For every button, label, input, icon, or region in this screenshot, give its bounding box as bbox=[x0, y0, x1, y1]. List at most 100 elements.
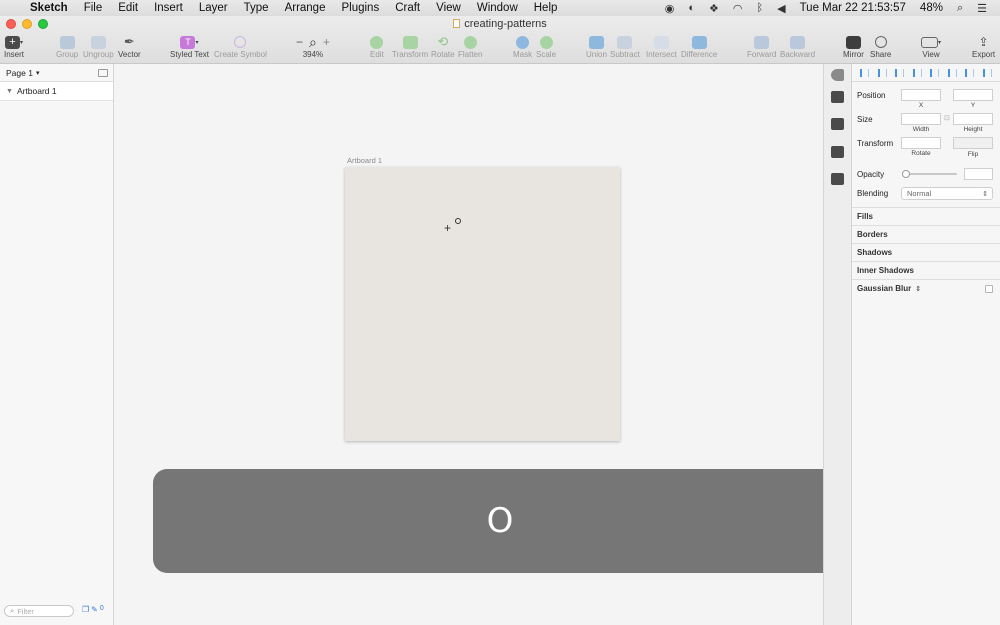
blur-type-chevron-icon[interactable]: ⇕ bbox=[915, 285, 921, 293]
insert-label: Insert bbox=[4, 50, 25, 59]
share-button[interactable]: Share bbox=[870, 34, 891, 59]
view-button[interactable]: ▾ View bbox=[921, 34, 941, 59]
vector-button[interactable]: ✒ Vector bbox=[118, 34, 141, 59]
artboard-title[interactable]: Artboard 1 bbox=[347, 156, 382, 165]
align-center-icon[interactable] bbox=[912, 68, 922, 77]
edit-button[interactable]: Edit bbox=[370, 34, 384, 59]
align-left-icon[interactable] bbox=[895, 68, 905, 77]
artboard[interactable]: + bbox=[345, 167, 620, 441]
blending-select[interactable]: Normal ⇕ bbox=[901, 187, 993, 200]
ungroup-button[interactable]: Ungroup bbox=[83, 34, 114, 59]
forward-button[interactable]: Forward bbox=[747, 34, 776, 59]
magnifier-icon[interactable]: ⌕ bbox=[309, 34, 317, 51]
select-chevron-icon: ⇕ bbox=[982, 190, 988, 198]
menu-plugins[interactable]: Plugins bbox=[333, 2, 387, 14]
align-bottom-icon[interactable] bbox=[982, 68, 992, 77]
people-icon[interactable] bbox=[831, 118, 844, 130]
menu-view[interactable]: View bbox=[428, 2, 469, 14]
data-icon[interactable] bbox=[831, 91, 844, 103]
backward-button[interactable]: Backward bbox=[780, 34, 815, 59]
position-x-field[interactable] bbox=[901, 89, 941, 101]
menu-arrange[interactable]: Arrange bbox=[277, 2, 334, 14]
collapse-pages-icon[interactable] bbox=[98, 68, 108, 77]
export-button[interactable]: ⇪ Export bbox=[972, 34, 995, 59]
group-button[interactable]: Group bbox=[56, 34, 78, 59]
opacity-field[interactable] bbox=[964, 168, 993, 180]
plus-icon: + bbox=[5, 35, 20, 49]
sync-icon[interactable]: ◐ bbox=[681, 2, 702, 14]
zoom-in-icon[interactable]: + bbox=[323, 35, 330, 49]
create-symbol-button[interactable]: Create Symbol bbox=[214, 34, 267, 59]
menu-type[interactable]: Type bbox=[236, 2, 277, 14]
inner-shadows-section[interactable]: Inner Shadows bbox=[852, 261, 1000, 279]
position-y-field[interactable] bbox=[953, 89, 993, 101]
layer-item-artboard[interactable]: ▼ Artboard 1 bbox=[0, 82, 113, 101]
align-top-icon[interactable] bbox=[947, 68, 957, 77]
subtract-button[interactable]: Subtract bbox=[610, 34, 640, 59]
dropbox-icon[interactable]: ❖ bbox=[702, 2, 726, 15]
borders-section[interactable]: Borders bbox=[852, 225, 1000, 243]
volume-icon[interactable]: ◀ bbox=[770, 2, 792, 15]
fills-section[interactable]: Fills bbox=[852, 207, 1000, 225]
flatten-button[interactable]: Flatten bbox=[458, 34, 482, 59]
union-button[interactable]: Union bbox=[586, 34, 607, 59]
craft-icon[interactable] bbox=[831, 69, 844, 81]
record-icon[interactable]: ◉ bbox=[658, 2, 682, 15]
search-icon[interactable]: ⌕ bbox=[950, 2, 970, 15]
lock-icon[interactable]: ⊡ bbox=[944, 114, 950, 122]
opacity-slider[interactable] bbox=[907, 173, 957, 175]
zoom-level[interactable]: 394% bbox=[303, 50, 323, 59]
layer-filter-input[interactable]: ⌕ Filter bbox=[4, 605, 74, 617]
menu-craft[interactable]: Craft bbox=[387, 2, 428, 14]
opacity-slider-knob[interactable] bbox=[902, 170, 910, 178]
notification-icon[interactable]: ☰ bbox=[970, 2, 994, 15]
clock[interactable]: Tue Mar 22 21:53:57 bbox=[793, 2, 913, 14]
align-middle-icon[interactable] bbox=[965, 68, 975, 77]
export-icon: ⇪ bbox=[978, 35, 989, 49]
filter-symbols-icon[interactable]: ❐ bbox=[82, 605, 89, 614]
distribute-vertical-icon[interactable] bbox=[877, 68, 887, 77]
duplicate-icon[interactable] bbox=[831, 146, 844, 158]
rotate-button[interactable]: ⟲ Rotate bbox=[431, 34, 455, 59]
menu-bar: Sketch File Edit Insert Layer Type Arran… bbox=[0, 0, 1000, 16]
intersect-icon bbox=[653, 35, 669, 49]
page-selector[interactable]: Page 1 ▾ bbox=[0, 64, 113, 82]
transform-icon bbox=[402, 35, 418, 49]
menu-insert[interactable]: Insert bbox=[146, 2, 191, 14]
menu-help[interactable]: Help bbox=[526, 2, 566, 14]
menu-window[interactable]: Window bbox=[469, 2, 526, 14]
wifi-icon[interactable]: ◠ bbox=[726, 2, 750, 15]
library-icon[interactable] bbox=[831, 173, 844, 185]
battery-level[interactable]: 48% bbox=[913, 2, 950, 14]
width-field[interactable] bbox=[901, 113, 941, 125]
bluetooth-icon[interactable]: ᛒ bbox=[750, 2, 771, 14]
subtract-label: Subtract bbox=[610, 50, 640, 59]
menu-edit[interactable]: Edit bbox=[110, 2, 146, 14]
mirror-button[interactable]: Mirror bbox=[843, 34, 864, 59]
flip-buttons[interactable] bbox=[953, 137, 993, 149]
ungroup-icon bbox=[90, 35, 106, 49]
mask-button[interactable]: Mask bbox=[513, 34, 532, 59]
align-right-icon[interactable] bbox=[930, 68, 940, 77]
canvas[interactable]: Artboard 1 + O bbox=[114, 64, 847, 625]
zoom-out-icon[interactable]: − bbox=[296, 35, 303, 49]
distribute-horizontal-icon[interactable] bbox=[860, 68, 870, 77]
height-field[interactable] bbox=[953, 113, 993, 125]
gaussian-blur-checkbox[interactable] bbox=[985, 285, 993, 293]
scale-button[interactable]: Scale bbox=[536, 34, 556, 59]
transform-button[interactable]: Transform bbox=[392, 34, 428, 59]
gaussian-blur-section[interactable]: Gaussian Blur ⇕ bbox=[852, 279, 1000, 297]
shadows-section[interactable]: Shadows bbox=[852, 243, 1000, 261]
menu-app[interactable]: Sketch bbox=[26, 2, 76, 14]
forward-label: Forward bbox=[747, 50, 777, 59]
menu-file[interactable]: File bbox=[76, 2, 111, 14]
insert-button[interactable]: + ▾ Insert bbox=[4, 34, 24, 59]
rotate-field[interactable] bbox=[901, 137, 941, 149]
menu-layer[interactable]: Layer bbox=[191, 2, 236, 14]
export-label: Export bbox=[972, 50, 996, 59]
disclosure-triangle-icon[interactable]: ▼ bbox=[6, 88, 13, 95]
intersect-button[interactable]: Intersect bbox=[646, 34, 677, 59]
difference-button[interactable]: Difference bbox=[681, 34, 717, 59]
styled-text-button[interactable]: T ▾ Styled Text bbox=[170, 34, 209, 59]
filter-edit-icon[interactable]: ✎ bbox=[91, 605, 98, 614]
